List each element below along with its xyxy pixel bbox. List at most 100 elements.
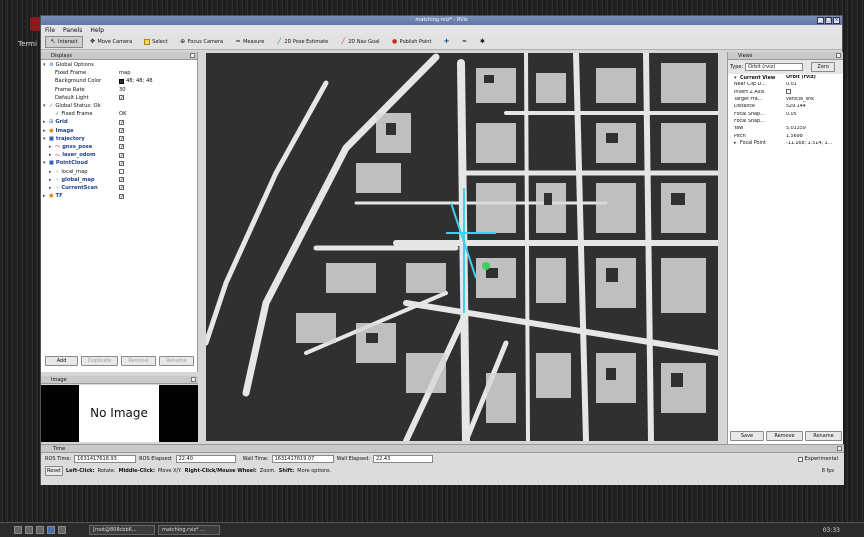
display-row[interactable]: ▾ ■ trajectory ✓ <box>41 135 197 143</box>
display-enable-checkbox[interactable]: ✓ <box>119 152 124 158</box>
view-property-value[interactable]: 1.5698 <box>786 134 843 139</box>
display-enable-checkbox[interactable] <box>119 169 124 175</box>
display-row-value[interactable]: map <box>119 70 131 76</box>
display-row[interactable]: Fixed Frame map <box>41 69 197 77</box>
tool-move-camera[interactable]: ✥ Move Camera <box>85 36 138 48</box>
window-titlebar[interactable]: matching.rviz* - RViz _ □ × <box>41 16 842 25</box>
display-row[interactable]: ▸ 〜 laser_odom ✓ <box>41 151 197 159</box>
menu-panels[interactable]: Panels <box>63 27 82 34</box>
display-row[interactable]: ▸ ⁘ CurrentScan ✓ <box>41 184 197 192</box>
tool-interact[interactable]: ↖ Interact <box>45 36 83 48</box>
view-property-value[interactable]: 529.144 <box>786 104 843 109</box>
rename-view-button[interactable]: Rename <box>805 431 842 441</box>
display-enable-checkbox[interactable]: ✓ <box>119 144 124 150</box>
view-property-value[interactable] <box>786 88 843 96</box>
display-enable-checkbox[interactable]: ✓ <box>119 136 124 142</box>
display-enable-checkbox[interactable]: ✓ <box>119 128 124 134</box>
view-property-value[interactable]: 5.01359 <box>786 126 843 131</box>
experimental-checkbox[interactable] <box>797 456 803 462</box>
display-row[interactable]: Background Color 48; 48; 48 <box>41 77 197 85</box>
display-row[interactable]: Default Light ✓ <box>41 94 197 102</box>
wall-elapsed-field[interactable]: 22.43 <box>372 455 433 463</box>
taskbar-task-terminal[interactable]: [root@808cbb6... <box>89 525 155 535</box>
view-property-row[interactable]: Focal Shap... <box>728 118 843 125</box>
workspace-icon[interactable] <box>47 526 55 534</box>
3d-render-viewport[interactable] <box>206 53 718 441</box>
display-row[interactable]: ▸ ⊞ Grid ✓ <box>41 118 197 126</box>
display-enable-checkbox[interactable]: ✓ <box>119 193 124 199</box>
display-row-value[interactable]: OK <box>119 111 127 117</box>
ros-elapsed-field[interactable]: 22.40 <box>175 455 236 463</box>
display-row[interactable]: ▸ ● TF ✓ <box>41 192 197 200</box>
tool-focus-camera[interactable]: ⊕ Focus Camera <box>175 36 229 48</box>
minimize-icon[interactable]: _ <box>817 17 824 24</box>
taskbar-task-rviz[interactable]: matching.rviz* ... <box>158 525 220 535</box>
panel-close-icon[interactable] <box>190 53 195 58</box>
view-property-row[interactable]: Yaw 5.01359 <box>728 125 843 132</box>
ros-time-field[interactable]: 1631417618.93 <box>74 455 137 463</box>
tool-2d-nav-goal[interactable]: ╱ 2D Nav Goal <box>335 36 384 48</box>
workspace-icon[interactable] <box>58 526 66 534</box>
wall-time-field[interactable]: 1631417619.07 <box>271 455 334 463</box>
display-enable-checkbox[interactable]: ✓ <box>119 177 124 183</box>
tool-publish-point[interactable]: ● Publish Point <box>387 36 437 48</box>
view-property-row[interactable]: Pitch 1.5698 <box>728 132 843 139</box>
remove-view-button[interactable]: Remove <box>766 431 803 441</box>
view-property-row[interactable]: Focal Shap... 0.05 <box>728 110 843 117</box>
view-property-value[interactable]: vehicle_link <box>786 97 843 102</box>
display-row[interactable]: ▸ ⁘ global_map ✓ <box>41 176 197 184</box>
duplicate-button[interactable]: Duplicate <box>81 356 118 366</box>
display-row[interactable]: ✓ Fixed Frame OK <box>41 110 197 118</box>
display-row[interactable]: Frame Rate 30 <box>41 86 197 94</box>
display-enable-checkbox[interactable]: ✓ <box>119 95 124 101</box>
save-view-button[interactable]: Save <box>730 431 764 441</box>
display-row[interactable]: ▾ ■ PointCloud ✓ <box>41 159 197 167</box>
display-enable-checkbox[interactable]: ✓ <box>119 119 124 125</box>
invert-z-checkbox[interactable] <box>786 88 791 94</box>
view-property-value[interactable]: 0.01 <box>786 82 843 87</box>
launcher-icon[interactable] <box>36 526 44 534</box>
display-row[interactable]: ▸ ● Image ✓ <box>41 127 197 135</box>
menu-file[interactable]: File <box>45 27 55 34</box>
view-property-value[interactable]: -11.168; 1.514; 1... <box>786 141 843 146</box>
close-icon[interactable]: × <box>833 17 840 24</box>
tool-2d-pose-estimate[interactable]: ╱ 2D Pose Estimate <box>271 36 333 48</box>
display-enable-checkbox[interactable]: ✓ <box>119 160 124 166</box>
view-property-row[interactable]: Invert Z Axis <box>728 88 843 96</box>
nav-goal-icon: ╱ <box>341 38 346 45</box>
display-row-value[interactable]: 48; 48; 48 <box>126 78 153 84</box>
view-property-row[interactable]: Target Fra... vehicle_link <box>728 96 843 103</box>
display-row[interactable]: ▸ ⁘ local_map <box>41 167 197 175</box>
rename-button[interactable]: Rename <box>159 356 194 366</box>
view-property-row[interactable]: ▾ Current View Orbit (rviz) <box>728 74 843 81</box>
remove-tool-button[interactable]: ━ <box>456 36 472 48</box>
tool-measure[interactable]: ━ Measure <box>230 36 269 48</box>
display-row[interactable]: ▾ ⚙ Global Options <box>41 61 197 69</box>
view-property-row[interactable]: Near Clip D... 0.01 <box>728 81 843 88</box>
maximize-icon[interactable]: □ <box>825 17 832 24</box>
tool-properties-button[interactable]: ✱ <box>474 36 490 48</box>
display-row-value[interactable]: 30 <box>119 87 126 93</box>
menu-help[interactable]: Help <box>90 27 104 34</box>
view-type-select[interactable]: Orbit (rviz) <box>745 63 804 71</box>
view-property-row[interactable]: Distance 529.144 <box>728 103 843 110</box>
display-row[interactable]: ▸ 〜 gnss_pose ✓ <box>41 143 197 151</box>
launcher-icon[interactable] <box>25 526 33 534</box>
color-swatch[interactable] <box>119 78 124 84</box>
display-enable-checkbox[interactable]: ✓ <box>119 185 124 191</box>
panel-close-icon[interactable] <box>836 53 841 58</box>
view-property-value[interactable]: 0.05 <box>786 112 843 117</box>
view-property-row[interactable]: ▸ Focal Point -11.168; 1.514; 1... <box>728 140 843 147</box>
remove-button[interactable]: Remove <box>121 356 156 366</box>
reset-button[interactable]: Reset <box>45 466 63 476</box>
add-button[interactable]: Add <box>45 356 79 366</box>
tool-select[interactable]: Select <box>139 36 172 48</box>
panel-close-icon[interactable] <box>191 377 196 382</box>
time-values-row: ROS Time: 1631417618.93 ROS Elapsed: 22.… <box>45 455 838 463</box>
panel-close-icon[interactable] <box>837 446 842 451</box>
add-tool-button[interactable]: ✚ <box>438 36 454 48</box>
zero-button[interactable]: Zero <box>811 62 836 72</box>
start-menu-icon[interactable] <box>14 526 22 534</box>
display-row[interactable]: ▾ ✓ Global Status: Ok <box>41 102 197 110</box>
view-property-value[interactable]: Orbit (rviz) <box>786 75 843 80</box>
